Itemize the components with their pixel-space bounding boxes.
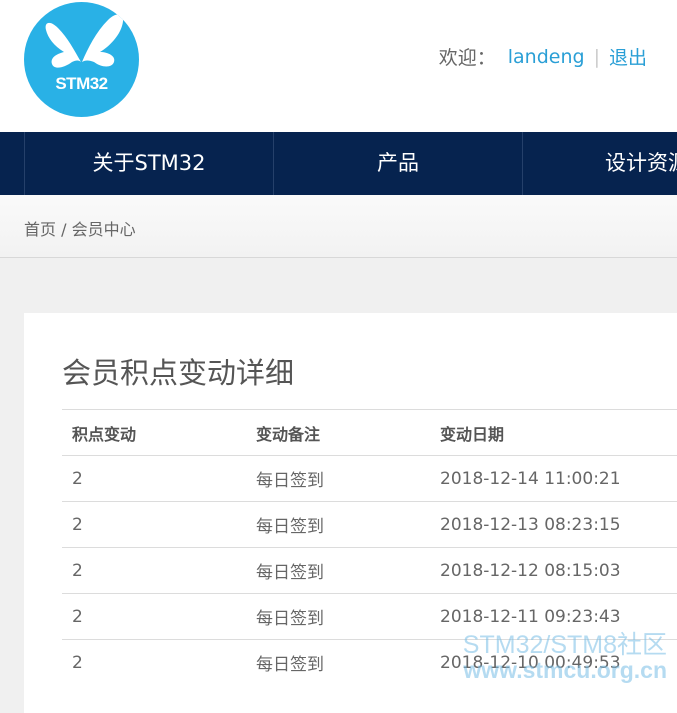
logout-link[interactable]: 退出 <box>609 43 647 70</box>
points-cell: 2 <box>62 455 246 502</box>
note-cell: 每日签到 <box>246 639 430 685</box>
user-bar: 欢迎： landeng | 退出 <box>439 43 647 70</box>
breadcrumb: 首页 / 会员中心 <box>24 216 136 240</box>
column-header-note: 变动备注 <box>246 409 430 456</box>
username-link[interactable]: landeng <box>508 46 585 68</box>
table-row: 2 每日签到 2018-12-13 08:23:15 <box>62 501 677 548</box>
page-title: 会员积点变动详细 <box>62 356 295 390</box>
date-cell: 2018-12-13 08:23:15 <box>430 501 677 548</box>
nav-item-products[interactable]: 产品 <box>273 132 522 195</box>
breadcrumb-home[interactable]: 首页 <box>24 220 56 239</box>
watermark-line2: www.stmcu.org.cn <box>463 657 667 684</box>
separator: | <box>593 45 600 68</box>
stm32-logo[interactable]: STM32 <box>24 2 139 117</box>
points-cell: 2 <box>62 593 246 640</box>
note-cell: 每日签到 <box>246 501 430 548</box>
points-cell: 2 <box>62 639 246 685</box>
logo-text: STM32 <box>55 74 108 93</box>
date-cell: 2018-12-12 08:15:03 <box>430 547 677 594</box>
note-cell: 每日签到 <box>246 593 430 640</box>
nav-item-design-resources[interactable]: 设计资源 <box>522 132 677 195</box>
welcome-label: 欢迎： <box>438 47 496 69</box>
table-header-row: 积点变动 变动备注 变动日期 <box>62 409 677 456</box>
breadcrumb-current[interactable]: 会员中心 <box>72 220 136 239</box>
breadcrumb-separator: / <box>56 220 72 239</box>
note-cell: 每日签到 <box>246 455 430 502</box>
site-header: STM32 欢迎： landeng | 退出 <box>0 0 677 132</box>
column-header-points: 积点变动 <box>62 409 246 456</box>
table-row: 2 每日签到 2018-12-12 08:15:03 <box>62 547 677 594</box>
points-cell: 2 <box>62 501 246 548</box>
note-cell: 每日签到 <box>246 547 430 594</box>
butterfly-icon <box>45 14 124 68</box>
breadcrumb-bar: 首页 / 会员中心 <box>0 195 677 258</box>
watermark-line1: STM32/STM8社区 <box>462 631 667 659</box>
nav-item-about[interactable]: 关于STM32 <box>24 132 273 195</box>
date-cell: 2018-12-14 11:00:21 <box>430 455 677 502</box>
points-cell: 2 <box>62 547 246 594</box>
watermark: STM32/STM8社区 www.stmcu.org.cn <box>462 631 667 684</box>
main-nav: 关于STM32 产品 设计资源 <box>0 132 677 195</box>
table-row: 2 每日签到 2018-12-14 11:00:21 <box>62 455 677 502</box>
column-header-date: 变动日期 <box>430 409 677 456</box>
